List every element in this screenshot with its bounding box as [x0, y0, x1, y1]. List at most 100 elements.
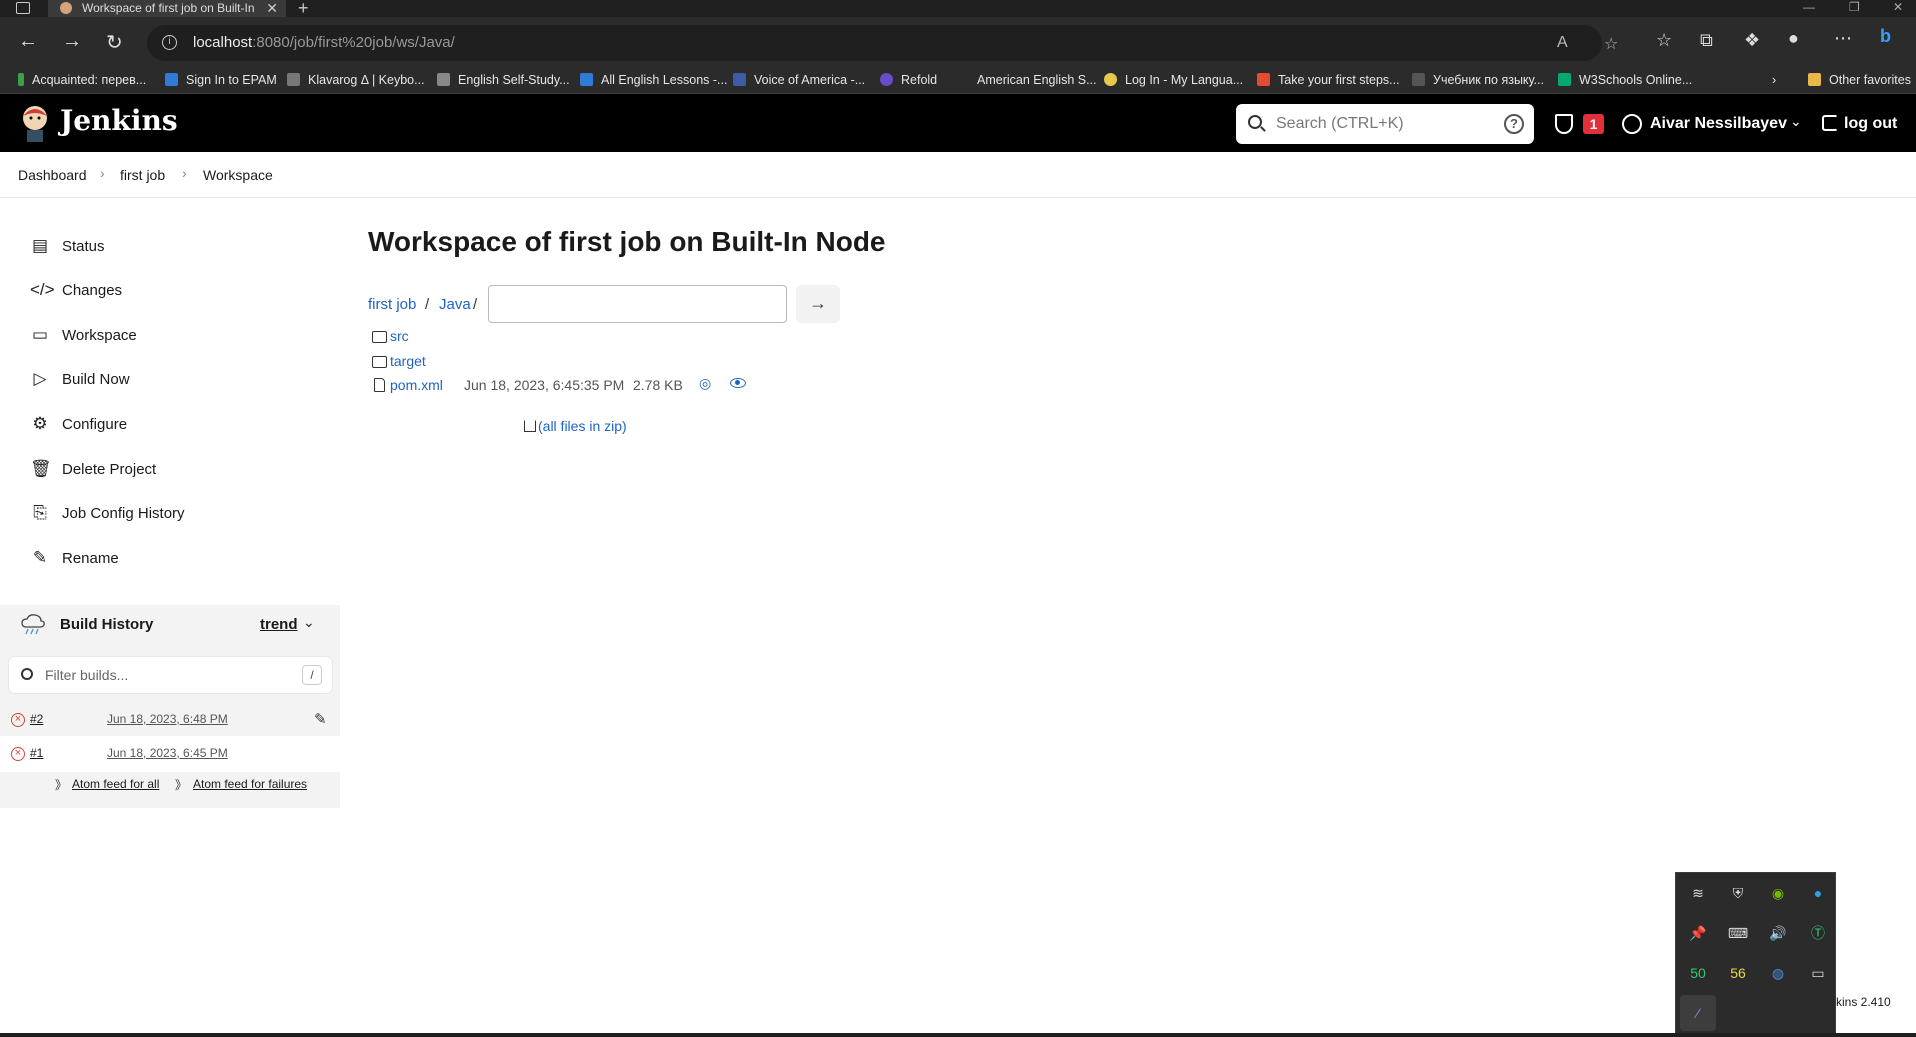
tray-counter-b[interactable]: 56 — [1720, 955, 1756, 991]
tray-pin-icon[interactable]: 📌 — [1680, 915, 1716, 951]
build-number-link[interactable]: #1 — [30, 746, 43, 760]
bookmark-item[interactable]: English Self-Study... — [437, 73, 570, 87]
favorite-star-icon[interactable]: ☆ — [1604, 34, 1618, 54]
bookmark-item[interactable]: Acquainted: перев... — [18, 73, 146, 87]
sidebar-item-status[interactable]: ▤ Status — [26, 231, 326, 261]
bookmark-item[interactable]: Klavarog Δ | Keybo... — [287, 73, 425, 87]
security-shield-icon[interactable] — [1555, 114, 1573, 134]
bookmark-item[interactable]: Voice of America -... — [733, 73, 865, 87]
security-badge[interactable]: 1 — [1583, 114, 1604, 134]
extensions-icon[interactable]: ❖ — [1744, 30, 1760, 51]
gear-icon: ⚙ — [32, 414, 48, 433]
more-menu-icon[interactable]: ⋯ — [1834, 28, 1852, 49]
sidebar-item-configure[interactable]: ⚙ Configure — [26, 409, 326, 439]
tray-volume-icon[interactable]: 🔊 — [1760, 915, 1796, 951]
path-input[interactable] — [488, 285, 787, 323]
tray-app-icon[interactable]: ◍ — [1760, 955, 1796, 991]
tray-defender-icon[interactable]: ⛨ — [1720, 875, 1756, 911]
bookmark-item[interactable]: All English Lessons -... — [580, 73, 727, 87]
bookmark-item[interactable]: Take your first steps... — [1257, 73, 1400, 87]
taskbar-edge — [0, 1033, 1916, 1037]
copilot-icon[interactable]: b — [1880, 26, 1891, 47]
help-icon[interactable]: ? — [1504, 114, 1524, 134]
bookmark-item[interactable]: Sign In to EPAM — [165, 73, 277, 87]
tray-language-icon[interactable]: ⌨ — [1720, 915, 1756, 951]
build-number-link[interactable]: #2 — [30, 712, 43, 726]
breadcrumb-dashboard[interactable]: Dashboard — [18, 167, 87, 183]
bookmarks-overflow-icon[interactable]: › — [1772, 73, 1776, 87]
bookmark-item[interactable]: Refold — [880, 73, 937, 87]
sidebar-item-rename[interactable]: ✎ Rename — [26, 543, 326, 573]
breadcrumb-separator-icon: › — [182, 165, 187, 181]
atom-feed-failures-link[interactable]: Atom feed for failures — [193, 777, 307, 791]
tray-keyboard-icon[interactable]: ▭ — [1800, 955, 1836, 991]
restore-icon[interactable]: ❐ — [1849, 0, 1860, 14]
bookmark-item[interactable]: American English S... — [977, 73, 1097, 87]
filter-builds-input[interactable] — [45, 657, 295, 693]
tray-app-t-icon[interactable]: Ⓣ — [1800, 915, 1836, 951]
build-date-link[interactable]: Jun 18, 2023, 6:45 PM — [107, 746, 228, 760]
bookmark-item[interactable]: W3Schools Online... — [1558, 73, 1692, 87]
favorites-icon[interactable]: ☆ — [1656, 30, 1672, 51]
read-aloud-icon[interactable]: A — [1557, 34, 1568, 52]
folder-link-target[interactable]: target — [390, 353, 426, 369]
close-window-icon[interactable]: ✕ — [1893, 0, 1903, 14]
atom-feed-all-link[interactable]: Atom feed for all — [72, 777, 159, 791]
filter-builds-box[interactable]: / — [9, 657, 332, 693]
path-link-java[interactable]: Java — [439, 296, 471, 313]
breadcrumb-workspace[interactable]: Workspace — [203, 167, 273, 183]
bookmark-item[interactable]: Учебник по языку... — [1412, 73, 1544, 87]
chevron-down-icon[interactable]: ⌄ — [1790, 113, 1802, 130]
search-input[interactable] — [1276, 104, 1491, 144]
edit-build-icon[interactable]: ✎ — [314, 710, 327, 728]
file-row: pom.xml Jun 18, 2023, 6:45:35 PM 2.78 KB… — [370, 374, 770, 398]
jenkins-version[interactable]: kins 2.410 — [1836, 995, 1891, 1009]
all-files-zip-link[interactable]: (all files in zip) — [524, 418, 627, 434]
folder-link-src[interactable]: src — [390, 328, 409, 344]
tray-nvidia-icon[interactable]: ◉ — [1760, 875, 1796, 911]
sidebar-item-job-config-history[interactable]: ⎘ Job Config History — [26, 498, 326, 528]
tray-counter-a[interactable]: 50 — [1680, 955, 1716, 991]
collections-icon[interactable]: ⧉ — [1700, 30, 1713, 51]
jenkins-logo-icon[interactable] — [18, 102, 52, 142]
search-box[interactable]: ? — [1236, 104, 1534, 144]
bookmark-folder-other[interactable]: Other favorites — [1808, 73, 1911, 87]
close-tab-icon[interactable]: ✕ — [266, 0, 278, 16]
reload-icon[interactable]: ↻ — [106, 30, 123, 55]
go-button[interactable]: → — [796, 285, 840, 323]
tab-title: Workspace of first job on Built-In — [82, 1, 255, 15]
tray-pen-icon[interactable]: ⁄ — [1680, 995, 1716, 1031]
bookmark-item[interactable]: Log In - My Langua... — [1104, 73, 1243, 87]
sidebar-item-delete-project[interactable]: 🗑 Delete Project — [26, 454, 326, 484]
address-bar-row: ← → ↻ i localhost:8080/job/first%20job/w… — [0, 17, 1916, 70]
forward-icon[interactable]: → — [62, 30, 82, 53]
path-link-first-job[interactable]: first job — [368, 296, 416, 313]
trend-link[interactable]: trend — [260, 616, 298, 633]
sidebar-item-changes[interactable]: </> Changes — [26, 275, 326, 305]
sidebar-item-build-now[interactable]: ▷ Build Now — [26, 364, 326, 394]
build-date-link[interactable]: Jun 18, 2023, 6:48 PM — [107, 712, 228, 726]
profile-icon[interactable]: ● — [1788, 28, 1799, 49]
browser-tab[interactable]: Workspace of first job on Built-In ✕ — [48, 0, 286, 17]
user-name-link[interactable]: Aivar Nessilbayev — [1650, 115, 1787, 133]
minimize-icon[interactable]: — — [1803, 0, 1815, 14]
pencil-icon: ✎ — [32, 548, 48, 567]
tab-actions-icon[interactable] — [16, 2, 30, 14]
file-icon — [374, 378, 385, 392]
jenkins-favicon-icon — [60, 2, 72, 14]
view-eye-icon[interactable] — [730, 378, 746, 388]
fingerprint-icon[interactable]: ◎ — [699, 375, 711, 392]
back-icon[interactable]: ← — [18, 30, 38, 53]
sidebar-item-workspace[interactable]: ▭ Workspace — [26, 320, 326, 350]
breadcrumb-separator-icon: › — [100, 165, 105, 181]
chevron-down-icon[interactable]: ⌄ — [303, 614, 315, 631]
build-row[interactable]: × #2 Jun 18, 2023, 6:48 PM ✎ — [0, 702, 340, 738]
breadcrumb-first-job[interactable]: first job — [120, 167, 165, 183]
file-link-pom[interactable]: pom.xml — [390, 377, 443, 393]
logout-link[interactable]: log out — [1822, 115, 1897, 133]
url-field[interactable]: i localhost:8080/job/first%20job/ws/Java… — [147, 25, 1618, 61]
jenkins-logo-text[interactable]: Jenkins — [60, 104, 178, 137]
tray-telegram-icon[interactable]: ● — [1800, 875, 1836, 911]
tray-wifi-icon[interactable]: ≋ — [1680, 875, 1716, 911]
site-info-icon[interactable]: i — [162, 35, 177, 50]
